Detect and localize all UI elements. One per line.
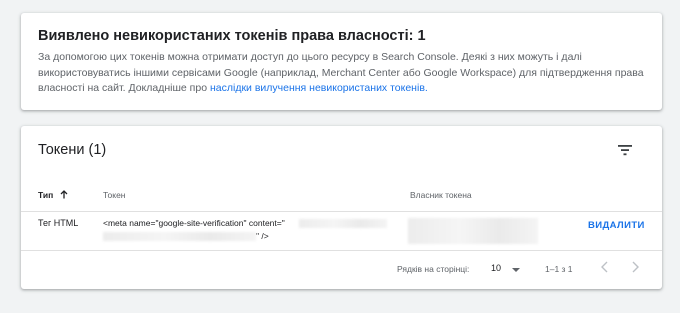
arrow-up-icon: [60, 190, 68, 199]
pagination: Рядків на сторінці: 10 1–1 з 1: [21, 250, 662, 289]
dropdown-caret-icon: [512, 268, 520, 272]
token-type-cell: Тег HTML: [38, 218, 79, 228]
rows-per-page-select[interactable]: 10: [491, 263, 525, 277]
column-header-type[interactable]: Тип: [38, 190, 68, 200]
previous-page-button[interactable]: [599, 260, 611, 276]
rows-per-page-value: 10: [491, 263, 502, 273]
filter-icon: [618, 145, 632, 156]
column-header-type-label: Тип: [38, 190, 54, 200]
redacted-token-value: [103, 232, 256, 241]
delete-token-button[interactable]: ВИДАЛИТИ: [588, 220, 645, 231]
next-page-button[interactable]: [629, 260, 641, 276]
pagination-range: 1–1 з 1: [545, 264, 573, 274]
redacted-token-owner: [408, 218, 538, 244]
unused-tokens-info-card: Виявлено невикористаних токенів права вл…: [21, 13, 662, 110]
column-header-owner: Власник токена: [410, 190, 472, 200]
learn-more-link[interactable]: наслідки вилучення невикористаних токені…: [210, 82, 428, 94]
column-header-token: Токен: [103, 190, 126, 200]
table-row: Тег HTML <meta name="google-site-verific…: [21, 212, 662, 251]
tokens-title: Токени (1): [38, 142, 107, 158]
rows-per-page-label: Рядків на сторінці:: [397, 264, 470, 274]
token-cell: <meta name="google-site-verification" co…: [103, 217, 393, 243]
chevron-left-icon: [601, 261, 608, 273]
chevron-right-icon: [632, 261, 639, 273]
filter-button[interactable]: [614, 140, 636, 160]
info-text: За допомогою цих токенів можна отримати …: [38, 50, 645, 97]
info-title: Виявлено невикористаних токенів права вл…: [38, 28, 426, 44]
table-header: Тип Токен Власник токена: [21, 181, 662, 212]
redacted-token-value: [299, 219, 387, 228]
tokens-card: Токени (1) Тип Токен Власник токена Тег …: [21, 126, 662, 289]
